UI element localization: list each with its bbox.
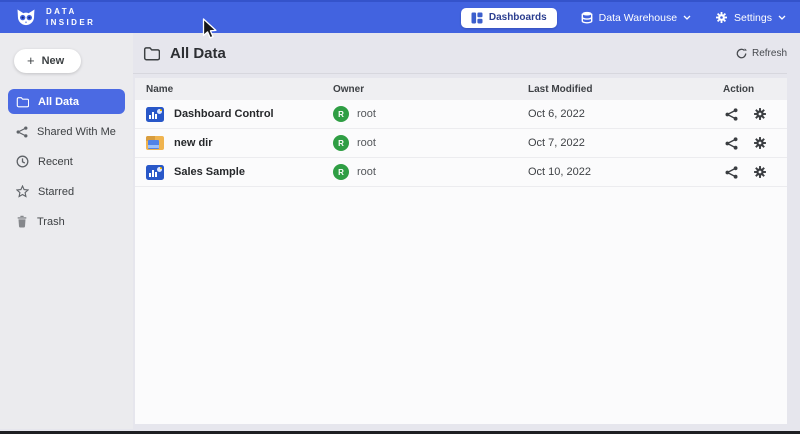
sidebar-item-label: Shared With Me	[37, 126, 116, 138]
new-button[interactable]: + New	[14, 49, 81, 73]
column-header-last-modified: Last Modified	[528, 84, 723, 95]
column-header-name: Name	[146, 84, 333, 95]
file-table-card: Name Owner Last Modified Action Dashboar…	[135, 78, 787, 424]
file-name[interactable]: Sales Sample	[174, 166, 245, 178]
folder-icon	[143, 46, 160, 61]
settings-label: Settings	[734, 12, 772, 24]
share-action-icon[interactable]	[725, 108, 738, 121]
brand: DATA INSIDER	[14, 6, 95, 30]
file-name[interactable]: new dir	[174, 137, 213, 149]
main-header: All Data Refresh	[133, 33, 787, 73]
owner-avatar: R	[333, 106, 349, 122]
table-row[interactable]: Sales Sample R root Oct 10, 2022	[135, 158, 787, 187]
settings-action-icon[interactable]	[753, 136, 767, 150]
settings-menu[interactable]: Settings	[715, 11, 786, 24]
share-action-icon[interactable]	[725, 137, 738, 150]
topbar: DATA INSIDER Dashboards Data Warehouse	[0, 0, 800, 33]
clock-icon	[16, 155, 29, 168]
dashboards-label: Dashboards	[489, 12, 547, 23]
sidebar-item-label: All Data	[38, 96, 79, 108]
sidebar-item-all-data[interactable]: All Data	[8, 89, 125, 114]
new-button-label: New	[42, 55, 65, 67]
settings-action-icon[interactable]	[753, 165, 767, 179]
share-action-icon[interactable]	[725, 166, 738, 179]
dashboard-grid-icon	[471, 12, 483, 24]
owner-name: root	[357, 166, 376, 178]
table-header-row: Name Owner Last Modified Action	[135, 78, 787, 100]
last-modified: Oct 7, 2022	[528, 137, 723, 149]
refresh-label: Refresh	[752, 48, 787, 59]
refresh-button[interactable]: Refresh	[736, 48, 787, 59]
file-name[interactable]: Dashboard Control	[174, 108, 274, 120]
sidebar-item-starred[interactable]: Starred	[8, 179, 125, 204]
sidebar-item-shared-with-me[interactable]: Shared With Me	[8, 119, 125, 144]
star-icon	[16, 185, 29, 198]
sidebar-item-label: Starred	[38, 186, 74, 198]
column-header-action: Action	[723, 84, 787, 95]
last-modified: Oct 10, 2022	[528, 166, 723, 178]
brand-text: DATA INSIDER	[46, 7, 95, 29]
folder-icon	[16, 96, 29, 108]
folder-file-icon	[146, 136, 164, 150]
dashboard-file-icon	[146, 107, 164, 122]
dashboards-button[interactable]: Dashboards	[461, 8, 557, 28]
dashboard-file-icon	[146, 165, 164, 180]
sidebar: + New All Data Shared With Me	[0, 33, 133, 429]
owner-avatar: R	[333, 135, 349, 151]
data-warehouse-label: Data Warehouse	[599, 12, 677, 24]
brand-line2: INSIDER	[46, 18, 95, 29]
owner-name: root	[357, 137, 376, 149]
last-modified: Oct 6, 2022	[528, 108, 723, 120]
data-warehouse-menu[interactable]: Data Warehouse	[581, 11, 691, 24]
topbar-nav: Dashboards Data Warehouse	[461, 8, 786, 28]
owl-logo-icon	[14, 6, 38, 30]
database-icon	[581, 11, 593, 24]
share-icon	[16, 126, 28, 138]
column-header-owner: Owner	[333, 84, 528, 95]
owner-avatar: R	[333, 164, 349, 180]
table-row[interactable]: Dashboard Control R root Oct 6, 2022	[135, 100, 787, 129]
settings-action-icon[interactable]	[753, 107, 767, 121]
gear-icon	[715, 11, 728, 24]
sidebar-item-label: Trash	[37, 216, 65, 228]
refresh-icon	[736, 48, 747, 59]
owner-name: root	[357, 108, 376, 120]
table-row[interactable]: new dir R root Oct 7, 2022	[135, 129, 787, 158]
sidebar-nav: All Data Shared With Me Recent	[0, 89, 133, 234]
header-divider	[133, 73, 787, 74]
chevron-down-icon	[778, 15, 786, 20]
page-title: All Data	[170, 45, 226, 62]
plus-icon: +	[27, 56, 35, 66]
chevron-down-icon	[683, 15, 691, 20]
sidebar-item-label: Recent	[38, 156, 73, 168]
sidebar-item-recent[interactable]: Recent	[8, 149, 125, 174]
main-content: All Data Refresh Name Owner Last Modifie…	[133, 33, 800, 429]
brand-line1: DATA	[46, 7, 95, 18]
trash-icon	[16, 215, 28, 228]
sidebar-item-trash[interactable]: Trash	[8, 209, 125, 234]
